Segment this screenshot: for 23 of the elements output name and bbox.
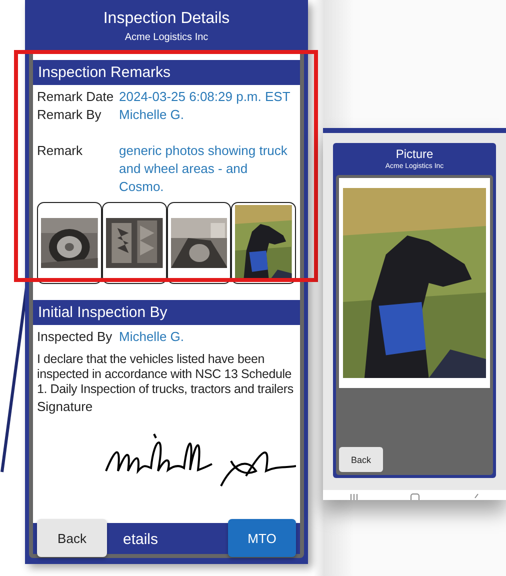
home-icon[interactable] <box>408 492 420 500</box>
field-label: Remark Date <box>37 88 115 106</box>
signature-label: Signature <box>37 399 94 414</box>
back-button[interactable]: Back <box>339 447 383 472</box>
photo-thumbnail[interactable] <box>166 202 232 284</box>
section-header: Initial Inspection By <box>33 300 300 325</box>
screen-title: Inspection Details <box>103 10 230 28</box>
screen-title: Picture <box>396 147 434 161</box>
photo-thumbnail[interactable] <box>37 202 102 284</box>
field-label: Remark <box>37 142 84 160</box>
field-value: generic photos showing truck and wheel areas - and Cosmo. <box>119 142 288 196</box>
field-value: 2024-03-25 6:08:29 p.m. EST <box>119 88 292 106</box>
field-label: Remark By <box>37 106 102 124</box>
field-value: Michelle G. <box>119 106 186 124</box>
recent-apps-icon[interactable] <box>348 492 360 500</box>
screen-subtitle: Acme Logistics Inc <box>124 32 208 43</box>
declaration-text: I declare that the vehicles listed have been inspected in accordance with NSC 13 Schedule 1. Daily Inspection of trucks, tractors and trailers <box>37 352 294 397</box>
mto-button[interactable]: MTO <box>228 519 296 557</box>
field-label: Inspected By <box>37 328 114 346</box>
field-value: Michelle G. <box>119 328 186 346</box>
photo-thumbnail[interactable] <box>102 202 166 284</box>
back-button[interactable]: Back <box>37 519 107 557</box>
section-header: Inspection Remarks <box>33 60 300 85</box>
